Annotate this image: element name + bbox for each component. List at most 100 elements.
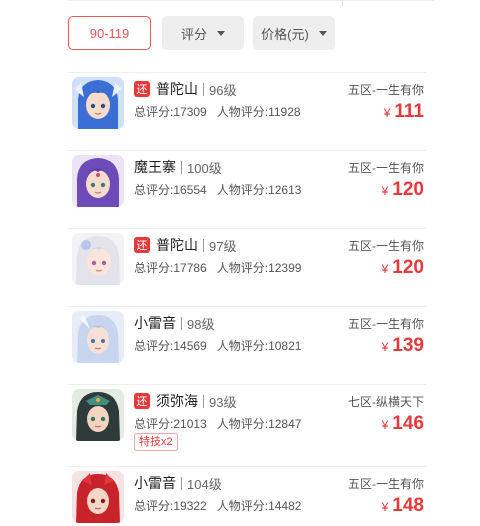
char-score-label: 人物评分:: [216, 183, 269, 197]
char-score-label: 人物评分:: [216, 417, 269, 431]
total-score-value: 21013: [173, 417, 207, 431]
tag-badge: 还: [134, 393, 150, 409]
separator: [203, 238, 204, 252]
level-label: 93级: [209, 394, 237, 410]
dark-hair-character-icon: [72, 389, 124, 441]
separator: [203, 82, 204, 96]
score-line: 总评分:19322 人物评分:14482: [134, 497, 301, 514]
currency-symbol: ¥: [381, 262, 389, 276]
price-range-label: 90-119: [89, 25, 130, 41]
char-score-value: 11928: [268, 105, 301, 119]
price-amount: 146: [392, 413, 424, 434]
score-sort-label: 评分: [180, 26, 207, 42]
char-score-label: 人物评分:: [216, 339, 269, 353]
price: ¥ 146: [382, 413, 424, 435]
server-region: 五区-一生有你: [348, 477, 424, 491]
char-score-value: 12613: [268, 183, 302, 197]
price: ¥ 120: [382, 257, 424, 279]
char-score-value: 10821: [268, 339, 302, 353]
server-region: 五区-一生有你: [348, 239, 424, 253]
blue-hair-character-icon: [72, 77, 124, 129]
level-label: 97级: [209, 238, 237, 254]
listing-title: 还 普陀山 97级: [134, 237, 237, 254]
total-score-label: 总评分:: [134, 183, 174, 197]
total-score-label: 总评分:: [134, 417, 174, 431]
server-region: 五区-一生有你: [348, 161, 424, 175]
listing-row[interactable]: 魔王寨 100级 总评分:16554 人物评分:12613 五区-一生有你 ¥ 1…: [68, 150, 426, 228]
school-name: 普陀山: [156, 81, 198, 97]
price-amount: 120: [392, 257, 424, 278]
currency-symbol: ¥: [381, 500, 389, 514]
price-amount: 148: [392, 495, 424, 516]
listing-title: 魔王寨 100级: [134, 159, 222, 176]
score-sort-dropdown[interactable]: 评分: [162, 16, 244, 50]
char-score-value: 12847: [268, 417, 302, 431]
char-score-value: 12399: [268, 261, 302, 275]
tag-badge: 还: [134, 81, 150, 97]
separator: [181, 476, 182, 490]
total-score-label: 总评分:: [134, 499, 174, 513]
char-score-value: 14482: [268, 499, 302, 513]
listing-row[interactable]: 小雷音 104级 总评分:19322 人物评分:14482 五区-一生有你 ¥ 1…: [68, 466, 426, 526]
level-label: 96级: [209, 82, 237, 98]
listing-row[interactable]: 还 须弥海 93级 总评分:21013 人物评分:12847 特技x2 七区-纵横…: [68, 384, 426, 466]
price-range-filter[interactable]: 90-119: [68, 16, 151, 50]
server-region: 五区-一生有你: [348, 317, 424, 331]
total-score-label: 总评分:: [134, 105, 174, 119]
currency-symbol: ¥: [381, 418, 389, 432]
level-label: 98级: [187, 316, 215, 332]
silver-hair-character-icon: [72, 311, 124, 363]
listing-row[interactable]: 还 普陀山 96级 总评分:17309 人物评分:11928 五区-一生有你 ¥ …: [68, 72, 426, 150]
currency-symbol: ¥: [381, 340, 389, 354]
listing-title: 小雷音 104级: [134, 475, 222, 492]
listing-title: 还 须弥海 93级: [134, 393, 237, 410]
white-hair-character-icon: [72, 233, 124, 285]
total-score-value: 17309: [173, 105, 207, 119]
listing-row[interactable]: 小雷音 98级 总评分:14569 人物评分:10821 五区-一生有你 ¥ 13…: [68, 306, 426, 384]
score-line: 总评分:16554 人物评分:12613: [134, 181, 301, 198]
school-name: 小雷音: [134, 475, 176, 491]
top-divider: [68, 0, 434, 1]
price: ¥ 148: [382, 495, 424, 517]
listing-title: 小雷音 98级: [134, 315, 215, 332]
filter-bar: 90-119 评分 价格(元): [68, 16, 434, 50]
caret-down-icon: [217, 30, 225, 36]
score-line: 总评分:17786 人物评分:12399: [134, 259, 301, 276]
price-sort-dropdown[interactable]: 价格(元): [253, 16, 335, 50]
total-score-label: 总评分:: [134, 339, 174, 353]
price-amount: 111: [394, 101, 424, 122]
total-score-label: 总评分:: [134, 261, 174, 275]
school-name: 须弥海: [156, 393, 198, 409]
score-line: 总评分:14569 人物评分:10821: [134, 337, 301, 354]
currency-symbol: ¥: [381, 184, 389, 198]
char-score-label: 人物评分:: [216, 499, 269, 513]
price-amount: 120: [392, 179, 424, 200]
price-sort-label: 价格(元): [261, 26, 309, 42]
total-score-value: 19322: [173, 499, 207, 513]
school-name: 小雷音: [134, 315, 176, 331]
level-label: 104级: [187, 476, 222, 492]
total-score-value: 17786: [173, 261, 207, 275]
listing-title: 还 普陀山 96级: [134, 81, 237, 98]
char-score-label: 人物评分:: [216, 261, 269, 275]
server-region: 五区-一生有你: [348, 83, 424, 97]
total-score-value: 16554: [173, 183, 207, 197]
school-name: 普陀山: [156, 237, 198, 253]
price-amount: 139: [392, 335, 424, 356]
school-name: 魔王寨: [134, 159, 176, 175]
listing-row[interactable]: 还 普陀山 97级 总评分:17786 人物评分:12399 五区-一生有你 ¥ …: [68, 228, 426, 306]
total-score-value: 14569: [173, 339, 207, 353]
tag-badge: 还: [134, 237, 150, 253]
purple-hair-character-icon: [72, 155, 124, 207]
level-label: 100级: [187, 160, 222, 176]
score-line: 总评分:17309 人物评分:11928: [134, 103, 301, 120]
top-divider-tick: [342, 0, 343, 6]
currency-symbol: ¥: [383, 106, 391, 120]
score-line: 总评分:21013 人物评分:12847: [134, 415, 301, 432]
price: ¥ 139: [382, 335, 424, 357]
char-score-label: 人物评分:: [216, 105, 269, 119]
server-region: 七区-纵横天下: [348, 395, 424, 409]
price: ¥ 120: [382, 179, 424, 201]
caret-down-icon: [318, 30, 327, 36]
separator: [203, 394, 204, 408]
